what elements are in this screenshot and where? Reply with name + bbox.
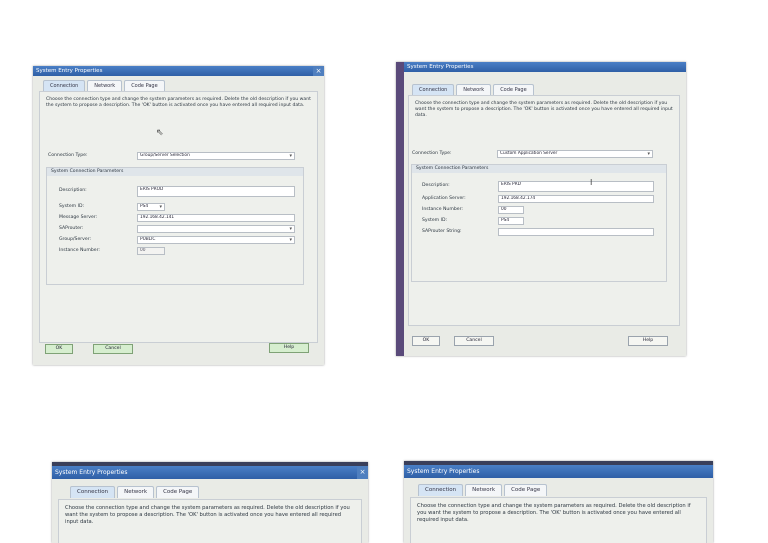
group-server-label: Group/Server: — [59, 237, 92, 242]
system-connection-parameters-group: System Connection Parameters Description… — [411, 164, 667, 282]
system-id-select[interactable]: PS4 — [137, 203, 165, 211]
connection-type-select[interactable]: Custom Application Server — [497, 150, 653, 158]
screenshot-photo-2: System Entry Properties Connection Netwo… — [396, 62, 686, 356]
application-server-label: Application Server: — [422, 196, 466, 201]
description-label: Description: — [422, 183, 450, 188]
application-server-field[interactable]: 192.168.42.174 — [498, 195, 654, 203]
help-button[interactable]: Help — [269, 343, 309, 353]
tab-connection[interactable]: Connection — [43, 80, 86, 91]
group-header: System Connection Parameters — [47, 168, 303, 176]
screenshot-photo-3: System Entry Properties × Connection Net… — [52, 462, 368, 543]
ok-button[interactable]: OK — [45, 344, 73, 354]
connection-type-label: Connection Type: — [412, 151, 452, 156]
tab-strip: Connection Network Code Page — [418, 484, 549, 496]
instance-number-field[interactable]: 00 — [498, 206, 524, 214]
tab-code-page[interactable]: Code Page — [124, 80, 165, 91]
tab-strip: Connection Network Code Page — [412, 84, 536, 95]
cancel-button[interactable]: Cancel — [93, 344, 133, 354]
instance-number-label: Instance Number: — [422, 207, 463, 212]
text-cursor-icon: I — [590, 178, 593, 187]
instructions-text: Choose the connection type and change th… — [417, 503, 691, 523]
system-id-label: System ID: — [422, 218, 448, 223]
saprouter-string-field[interactable] — [498, 228, 654, 236]
connection-type-select[interactable]: Group/Server Selection — [137, 152, 295, 160]
tab-code-page[interactable]: Code Page — [156, 486, 200, 498]
tab-code-page[interactable]: Code Page — [493, 84, 534, 95]
tab-network[interactable]: Network — [87, 80, 123, 91]
tab-network[interactable]: Network — [456, 84, 492, 95]
tab-strip: Connection Network Code Page — [43, 80, 167, 91]
dialog-title: System Entry Properties — [33, 66, 324, 76]
connection-panel: Choose the connection type and change th… — [410, 497, 707, 543]
dialog-title: System Entry Properties — [52, 466, 368, 479]
message-server-label: Message Server: — [59, 215, 98, 220]
tab-connection[interactable]: Connection — [418, 484, 464, 496]
tab-connection[interactable]: Connection — [412, 84, 455, 95]
tab-network[interactable]: Network — [465, 484, 503, 496]
tab-strip: Connection Network Code Page — [70, 486, 201, 498]
system-id-field[interactable]: PS4 — [498, 217, 524, 225]
system-id-label: System ID: — [59, 204, 85, 209]
group-server-select[interactable]: PUBLIC — [137, 236, 295, 244]
connection-panel: Choose the connection type and change th… — [408, 95, 680, 326]
description-label: Description: — [59, 188, 87, 193]
message-server-field[interactable]: 192.168.42.141 — [137, 214, 295, 222]
connection-panel: Choose the connection type and change th… — [39, 91, 318, 343]
close-icon[interactable]: × — [313, 66, 324, 76]
cancel-button[interactable]: Cancel — [454, 336, 494, 346]
close-icon[interactable]: × — [357, 466, 368, 479]
background-edge — [396, 62, 404, 356]
description-field[interactable]: ERIS PROD — [137, 186, 295, 197]
help-button[interactable]: Help — [628, 336, 668, 346]
screenshot-photo-1: System Entry Properties × Connection Net… — [33, 66, 324, 365]
tab-connection[interactable]: Connection — [70, 486, 116, 498]
ok-button[interactable]: OK — [412, 336, 440, 346]
saprouter-select[interactable] — [137, 225, 295, 233]
connection-panel: Choose the connection type and change th… — [58, 499, 362, 543]
screenshot-photo-4: System Entry Properties Connection Netwo… — [404, 461, 713, 543]
dialog-title: System Entry Properties — [404, 62, 686, 72]
instructions-text: Choose the connection type and change th… — [415, 101, 673, 118]
description-field[interactable]: ERIS PRD — [498, 181, 654, 192]
instance-number-field: 00 — [137, 247, 165, 255]
group-header: System Connection Parameters — [412, 165, 666, 173]
mouse-pointer-icon: ⇖ — [156, 128, 164, 138]
dialog-title: System Entry Properties — [404, 465, 713, 478]
instructions-text: Choose the connection type and change th… — [46, 97, 311, 108]
saprouter-label: SAProuter: — [59, 226, 84, 231]
tab-network[interactable]: Network — [117, 486, 155, 498]
instructions-text: Choose the connection type and change th… — [65, 505, 350, 525]
connection-type-label: Connection Type: — [48, 153, 88, 158]
system-connection-parameters-group: System Connection Parameters Description… — [46, 167, 304, 285]
saprouter-string-label: SAProuter String: — [422, 229, 462, 234]
tab-code-page[interactable]: Code Page — [504, 484, 548, 496]
instance-number-label: Instance Number: — [59, 248, 100, 253]
